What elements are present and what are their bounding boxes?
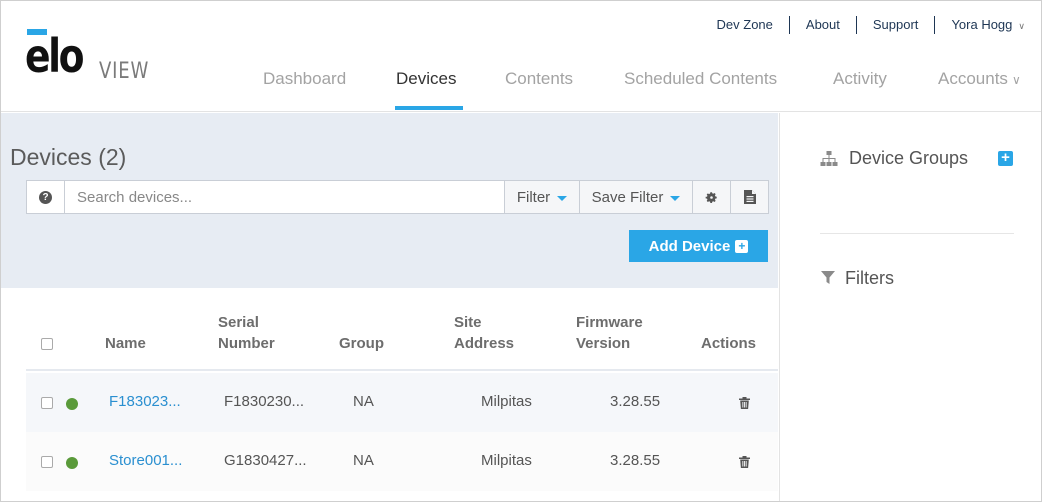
col-header-name[interactable]: Name [105,333,146,354]
filter-label: Filter [516,188,551,206]
col-header-site-address[interactable]: Site Address [454,312,514,354]
device-name-link[interactable]: Store001... [109,452,182,469]
devices-toolbar-panel: Devices (2) ? Filter Save Filter [1,113,778,288]
nav-contents[interactable]: Contents [505,69,573,89]
col-header-actions: Actions [701,335,757,352]
user-menu[interactable]: Yora Hogg ∨ [935,16,1025,34]
table-row: Store001... G1830427... NA Milpitas 3.28… [26,432,778,491]
nav-scheduled-contents[interactable]: Scheduled Contents [624,69,777,89]
plus-square-icon: + [735,239,749,253]
trash-icon[interactable] [739,456,750,468]
chevron-down-icon: ∨ [1011,73,1021,87]
status-online-dot [66,398,78,410]
col-header-serial-line2: Number [218,335,275,352]
search-input[interactable] [65,181,504,213]
add-device-group-button[interactable]: + [998,149,1013,166]
device-serial: G1830427... [224,452,307,469]
top-header: elo VIEW Dev Zone About Support Yora Hog… [1,1,1041,112]
device-firmware: 3.28.55 [610,393,661,410]
device-serial: F1830230... [224,393,305,410]
col-header-site-line2: Address [454,335,515,352]
col-header-serial-line1: Serial [218,314,259,331]
elo-view-logo[interactable]: elo VIEW [25,29,155,85]
support-link[interactable]: Support [857,16,936,34]
trash-icon[interactable] [739,397,750,409]
col-header-serial-number[interactable]: Serial Number [218,312,275,354]
app-window: elo VIEW Dev Zone About Support Yora Hog… [0,0,1042,502]
add-device-button[interactable]: Add Device + [629,230,768,262]
settings-button[interactable] [692,181,730,213]
sitemap-icon [820,151,838,166]
save-filter-dropdown-button[interactable]: Save Filter [579,181,692,213]
device-groups-title: Device Groups [849,148,969,168]
caret-down-icon [670,195,681,201]
device-name-link[interactable]: F183023... [109,393,181,410]
logo-elo-text: elo [25,29,84,83]
plus-square-icon: + [1001,149,1010,166]
nav-devices[interactable]: Devices [396,69,456,89]
chevron-down-icon: ∨ [1018,21,1025,31]
select-all-checkbox[interactable] [41,338,53,350]
filters-title[interactable]: Filters [845,268,894,289]
devices-table-header: Name Serial Number Group Site Address Fi… [26,288,778,371]
filter-dropdown-button[interactable]: Filter [504,181,579,213]
logo-view-text: VIEW [99,59,150,84]
document-icon [743,190,756,204]
nav-activity[interactable]: Activity [833,69,887,89]
col-header-firmware-line2: Version [576,335,631,352]
device-search-bar: ? Filter Save Filter [26,180,769,214]
question-circle-icon: ? [39,190,52,204]
col-header-firmware-line1: Firmware [576,314,643,331]
search-help-button[interactable]: ? [27,181,65,213]
export-button[interactable] [730,181,768,213]
about-link[interactable]: About [790,16,857,34]
device-site: Milpitas [481,393,532,410]
col-header-site-line1: Site [454,314,482,331]
sidebar-divider [820,233,1014,234]
page-title: Devices (2) [10,144,127,170]
device-group: NA [353,452,374,469]
gear-icon [705,191,717,203]
row-checkbox[interactable] [41,397,53,409]
save-filter-label: Save Filter [591,188,664,206]
active-nav-underline [395,106,463,110]
funnel-icon [821,271,835,284]
right-sidebar: Device Groups + Filters [779,113,1041,501]
row-checkbox[interactable] [41,456,53,468]
utility-links: Dev Zone About Support Yora Hogg ∨ [701,15,1025,35]
col-header-group[interactable]: Group [339,333,384,354]
add-device-label: Add Device [648,237,731,255]
status-online-dot [66,457,78,469]
nav-accounts-label: Accounts [938,69,1008,88]
nav-dashboard[interactable]: Dashboard [263,69,346,89]
dev-zone-link[interactable]: Dev Zone [701,16,790,34]
table-row: F183023... F1830230... NA Milpitas 3.28.… [26,373,778,432]
device-group: NA [353,393,374,410]
caret-down-icon [557,195,568,201]
device-site: Milpitas [481,452,532,469]
nav-accounts[interactable]: Accounts ∨ [938,69,1021,89]
user-name: Yora Hogg [951,17,1013,32]
col-header-firmware-version[interactable]: Firmware Version [576,312,643,354]
device-firmware: 3.28.55 [610,452,661,469]
